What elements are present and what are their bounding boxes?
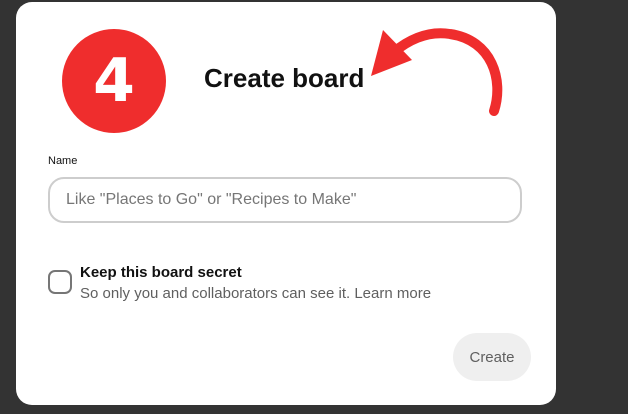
secret-option-description: So only you and collaborators can see it… (80, 285, 432, 302)
secret-option-title: Keep this board secret (80, 264, 242, 281)
secret-board-checkbox[interactable] (48, 270, 72, 294)
modal-title: Create board (204, 63, 365, 93)
arrow-shaft (389, 28, 503, 116)
curved-arrow-icon (371, 28, 503, 116)
create-board-modal: 4 Create board Name Keep this board secr… (16, 2, 556, 405)
arrow-head (371, 30, 412, 76)
board-name-input[interactable] (48, 177, 522, 223)
create-button[interactable]: Create (453, 333, 531, 381)
name-field-label: Name (48, 155, 78, 167)
step-number-badge: 4 (62, 29, 166, 133)
